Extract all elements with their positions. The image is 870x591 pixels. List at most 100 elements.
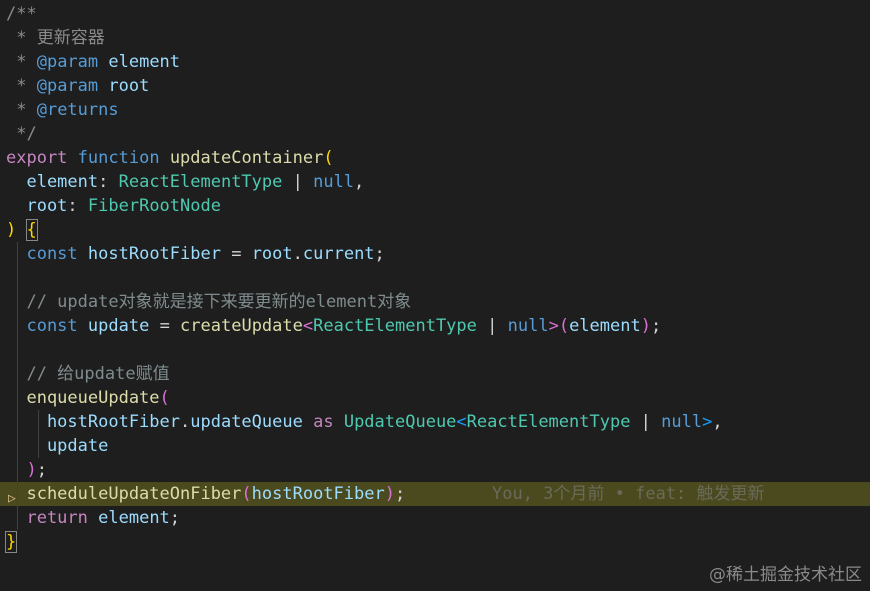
code-token: ) <box>6 220 17 240</box>
code-token: | <box>282 172 314 192</box>
code-token: createUpdate <box>180 316 303 336</box>
code-line: const hostRootFiber = root.current; <box>0 242 870 266</box>
code-token: // 给update赋值 <box>6 364 170 384</box>
code-token: ReactElementType <box>118 172 283 192</box>
code-token: scheduleUpdateOnFiber <box>6 484 242 504</box>
code-token: hostRootFiber <box>251 484 385 504</box>
code-token: UpdateQueue <box>343 412 457 432</box>
current-code-line: ▷ scheduleUpdateOnFiber(hostRootFiber); Y… <box>0 482 870 506</box>
code-token: ; <box>36 460 47 480</box>
code-token: root <box>6 196 68 216</box>
code-token: | <box>476 316 508 336</box>
code-token: element <box>6 172 99 192</box>
code-line: ) { <box>0 218 870 242</box>
code-token: . <box>180 412 191 432</box>
code-token: // update对象就是接下来要更新的element对象 <box>6 292 412 312</box>
code-line: update <box>0 434 870 458</box>
code-token: } <box>4 531 18 553</box>
code-token: ( <box>323 148 334 168</box>
code-token: ReactElementType <box>466 412 631 432</box>
code-token: ) <box>26 460 37 480</box>
code-token: current <box>302 244 375 264</box>
code-token: element <box>98 508 170 528</box>
code-token: ; <box>650 316 662 336</box>
code-token: FiberRootNode <box>87 196 221 216</box>
code-line: export function updateContainer( <box>0 146 870 170</box>
code-token: element <box>98 52 181 72</box>
indent-guide <box>17 242 18 530</box>
code-token: null <box>313 172 355 192</box>
code-token: return <box>6 508 88 528</box>
code-token: element <box>569 316 641 336</box>
code-token: ) <box>640 316 651 336</box>
code-token: * <box>6 100 37 120</box>
code-token: as <box>313 412 334 432</box>
code-line: } <box>0 530 870 554</box>
code-token: = <box>220 244 252 264</box>
code-token: ReactElementType <box>313 316 477 336</box>
watermark: @稀土掘金技术社区 <box>709 565 862 585</box>
code-token: null <box>661 412 703 432</box>
code-line: * @returns <box>0 98 870 122</box>
code-token: ( <box>159 388 170 408</box>
code-token: , <box>712 412 723 432</box>
code-line: * 更新容器 <box>0 26 870 50</box>
code-line: * @param root <box>0 74 870 98</box>
code-token: hostRootFiber <box>6 412 180 432</box>
code-token: < <box>302 316 314 336</box>
code-token: , <box>354 172 365 192</box>
code-line: return element; <box>0 506 870 530</box>
code-token: @param <box>36 52 99 72</box>
code-token: ; <box>169 508 181 528</box>
indent-guide <box>38 410 39 458</box>
code-token: : <box>67 196 88 216</box>
git-blame-annotation: You, 3个月前 • feat: 触发更新 <box>492 484 765 504</box>
code-token: ( <box>558 316 570 336</box>
code-token: */ <box>6 124 37 144</box>
code-token: @returns <box>36 100 119 120</box>
code-token: . <box>292 244 303 264</box>
code-token: * <box>6 52 37 72</box>
code-line: ); <box>0 458 870 482</box>
code-line: const update = createUpdate<ReactElement… <box>0 314 870 338</box>
code-token: | <box>630 412 662 432</box>
code-token: enqueueUpdate <box>6 388 160 408</box>
code-token: ( <box>241 484 252 504</box>
code-token: /** <box>6 4 37 24</box>
code-line: element: ReactElementType | null, <box>0 170 870 194</box>
code-token: > <box>702 412 713 432</box>
code-token: { <box>25 219 38 241</box>
code-line: // update对象就是接下来要更新的element对象 <box>0 290 870 314</box>
code-token: updateContainer <box>169 148 324 168</box>
code-token: updateQueue <box>190 412 303 432</box>
code-line: * @param element <box>0 50 870 74</box>
code-token: : <box>98 172 119 192</box>
code-token: = <box>149 316 181 336</box>
code-line: enqueueUpdate( <box>0 386 870 410</box>
code-token: * 更新容器 <box>6 28 105 48</box>
code-token: root <box>98 76 150 96</box>
code-line: root: FiberRootNode <box>0 194 870 218</box>
code-token: hostRootFiber <box>87 244 221 264</box>
code-token: > <box>548 316 559 336</box>
code-token: root <box>251 244 293 264</box>
code-token: null <box>507 316 549 336</box>
code-editor[interactable]: /** * 更新容器 * @param element * @param roo… <box>0 0 870 591</box>
code-token: ; <box>394 484 406 504</box>
code-token: update <box>87 316 150 336</box>
code-token: update <box>6 436 109 456</box>
code-token: < <box>456 412 467 432</box>
code-token: ) <box>384 484 395 504</box>
code-line: */ <box>0 122 870 146</box>
code-line: // 给update赋值 <box>0 362 870 386</box>
code-line: hostRootFiber.updateQueue as UpdateQueue… <box>0 410 870 434</box>
